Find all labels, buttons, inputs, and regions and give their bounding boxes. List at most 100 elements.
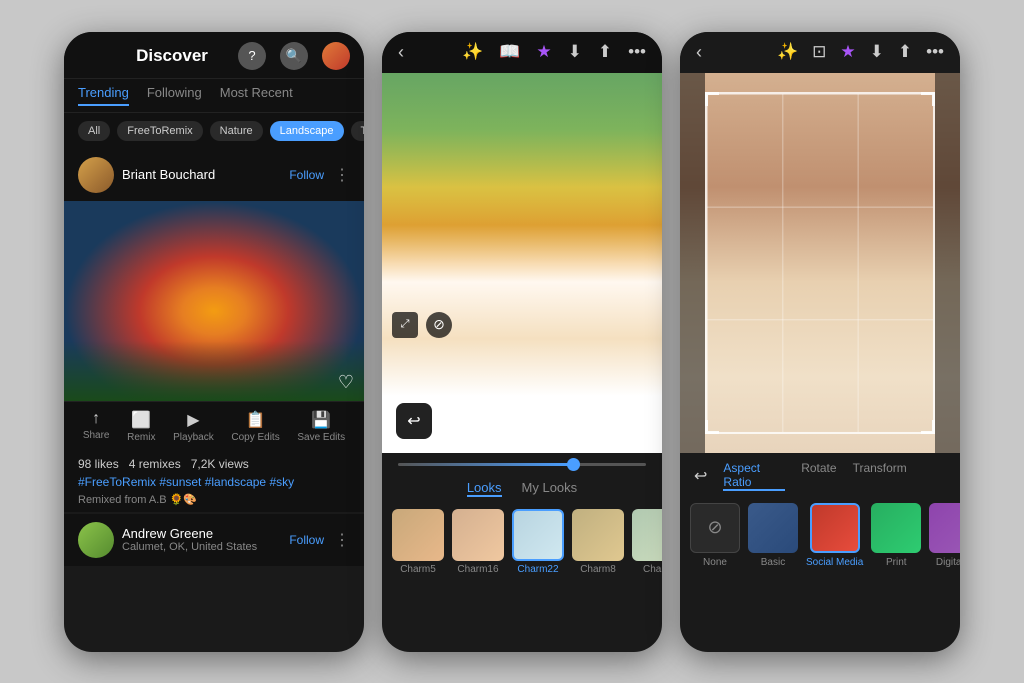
- tab-my-looks[interactable]: My Looks: [522, 480, 578, 497]
- tool-tab-group: Aspect Ratio Rotate Transform: [723, 461, 906, 491]
- playback-label: Playback: [173, 432, 214, 443]
- filter-pills: All FreeToRemix Nature Landscape Travel: [64, 113, 364, 149]
- preset-charm22[interactable]: Charm22: [512, 509, 564, 575]
- remixes-count: 4 remixes: [129, 457, 181, 471]
- crop-icon[interactable]: ⊡: [812, 42, 826, 62]
- back-icon[interactable]: ‹: [398, 42, 404, 63]
- tab-transform[interactable]: Transform: [853, 461, 907, 491]
- copy-edits-button[interactable]: 📋 Copy Edits: [231, 410, 279, 443]
- aspect-label-basic: Basic: [761, 557, 785, 568]
- looks-header-icons: ✨ 📖 ★ ⬇ ⬆ •••: [462, 42, 646, 62]
- playback-icon: ▶: [187, 410, 199, 430]
- post-tags[interactable]: #FreeToRemix #sunset #landscape #sky: [78, 475, 350, 489]
- copy-icon: 📋: [246, 410, 266, 430]
- wand-icon[interactable]: ✨: [462, 42, 483, 62]
- intensity-slider-wrap: [382, 453, 662, 472]
- download-icon[interactable]: ⬇: [870, 42, 884, 62]
- aspect-thumb-digital: [929, 503, 960, 553]
- filter-freetoremix[interactable]: FreeToRemix: [117, 121, 202, 141]
- crop-handle-tr[interactable]: [921, 92, 935, 106]
- tab-following[interactable]: Following: [147, 85, 202, 106]
- aspect-none[interactable]: ⊘ None: [690, 503, 740, 568]
- undo-button[interactable]: ↩: [396, 403, 432, 439]
- crop-handle-br[interactable]: [921, 420, 935, 434]
- filter-travel[interactable]: Travel: [351, 121, 365, 141]
- preset-list: Charm5 Charm16 Charm22 Charm8 Charm: [382, 501, 662, 583]
- preset-thumb-charm5: [392, 509, 444, 561]
- wand-icon[interactable]: ✨: [777, 42, 798, 62]
- preset-thumb-charm8: [572, 509, 624, 561]
- next-post-actions: Follow ⋮: [289, 530, 350, 550]
- undo-button[interactable]: ↩: [694, 466, 707, 486]
- preset-charm16[interactable]: Charm16: [452, 509, 504, 575]
- aspect-label-social: Social Media: [806, 557, 863, 568]
- save-icon: 💾: [311, 410, 331, 430]
- share-icon[interactable]: ⬆: [598, 42, 612, 62]
- preset-label-charm5: Charm5: [400, 564, 436, 575]
- preset-charm5[interactable]: Charm5: [392, 509, 444, 575]
- expand-icon[interactable]: ⤢: [392, 312, 418, 338]
- remix-button[interactable]: ⬜ Remix: [127, 410, 155, 443]
- more-icon[interactable]: •••: [628, 42, 646, 62]
- back-icon[interactable]: ‹: [696, 42, 702, 63]
- save-edits-button[interactable]: 💾 Save Edits: [297, 410, 345, 443]
- download-icon[interactable]: ⬇: [568, 42, 582, 62]
- no-apply-icon[interactable]: ⊘: [426, 312, 452, 338]
- next-follow-button[interactable]: Follow: [289, 533, 324, 547]
- header-icons: ? 🔍: [238, 42, 350, 70]
- preset-label-charm16: Charm16: [457, 564, 498, 575]
- crop-handle-bl[interactable]: [705, 420, 719, 434]
- next-user-location: Calumet, OK, United States: [122, 541, 257, 553]
- next-user-avatar: [78, 522, 114, 558]
- next-more-icon[interactable]: ⋮: [334, 530, 350, 550]
- filter-all[interactable]: All: [78, 121, 110, 141]
- preset-charm[interactable]: Charm: [632, 509, 662, 575]
- like-button[interactable]: ♡: [338, 372, 354, 393]
- preset-label-charm8: Charm8: [580, 564, 616, 575]
- tab-most-recent[interactable]: Most Recent: [220, 85, 293, 106]
- aspect-label-digital: Digital A: [936, 557, 960, 568]
- remixed-from: Remixed from A.B 🌻🎨: [78, 493, 350, 506]
- more-options-icon[interactable]: ⋮: [334, 165, 350, 185]
- share-icon[interactable]: ⬆: [898, 42, 912, 62]
- star-icon[interactable]: ★: [536, 42, 551, 62]
- more-icon[interactable]: •••: [926, 42, 944, 62]
- preset-charm8[interactable]: Charm8: [572, 509, 624, 575]
- follow-button[interactable]: Follow: [289, 168, 324, 182]
- aspect-print[interactable]: Print: [871, 503, 921, 568]
- share-button[interactable]: ↑ Share: [83, 410, 110, 443]
- tab-aspect-ratio[interactable]: Aspect Ratio: [723, 461, 785, 491]
- help-icon[interactable]: ?: [238, 42, 266, 70]
- filter-landscape[interactable]: Landscape: [270, 121, 344, 141]
- tab-trending[interactable]: Trending: [78, 85, 129, 106]
- tab-rotate[interactable]: Rotate: [801, 461, 836, 491]
- aspect-basic[interactable]: Basic: [748, 503, 798, 568]
- crop-mask-right: [935, 73, 960, 453]
- next-user-info: Andrew Greene Calumet, OK, United States: [122, 526, 257, 553]
- crop-grid[interactable]: [705, 92, 935, 434]
- search-icon[interactable]: 🔍: [280, 42, 308, 70]
- copy-label: Copy Edits: [231, 432, 279, 443]
- phone-crop: ‹ ✨ ⊡ ★ ⬇ ⬆ •••: [680, 32, 960, 652]
- intensity-slider[interactable]: [398, 463, 646, 466]
- post-image: ♡: [64, 201, 364, 401]
- tab-looks[interactable]: Looks: [467, 480, 502, 497]
- aspect-social-media[interactable]: Social Media: [806, 503, 863, 568]
- aspect-label-print: Print: [886, 557, 907, 568]
- post-actions: Follow ⋮: [289, 165, 350, 185]
- aspect-thumb-none: ⊘: [690, 503, 740, 553]
- stats-row: 98 likes 4 remixes 7,2K views: [78, 457, 350, 471]
- save-label: Save Edits: [297, 432, 345, 443]
- star-icon[interactable]: ★: [840, 42, 855, 62]
- book-icon[interactable]: 📖: [499, 42, 520, 62]
- crop-mask-left: [680, 73, 705, 453]
- looks-tabs: Looks My Looks: [382, 472, 662, 501]
- filter-nature[interactable]: Nature: [210, 121, 263, 141]
- slider-thumb[interactable]: [567, 458, 580, 471]
- next-username: Andrew Greene: [122, 526, 257, 541]
- playback-button[interactable]: ▶ Playback: [173, 410, 214, 443]
- crop-handle-tl[interactable]: [705, 92, 719, 106]
- aspect-digital[interactable]: Digital A: [929, 503, 960, 568]
- crop-tools-tabs: ↩ Aspect Ratio Rotate Transform: [680, 453, 960, 495]
- user-avatar[interactable]: [322, 42, 350, 70]
